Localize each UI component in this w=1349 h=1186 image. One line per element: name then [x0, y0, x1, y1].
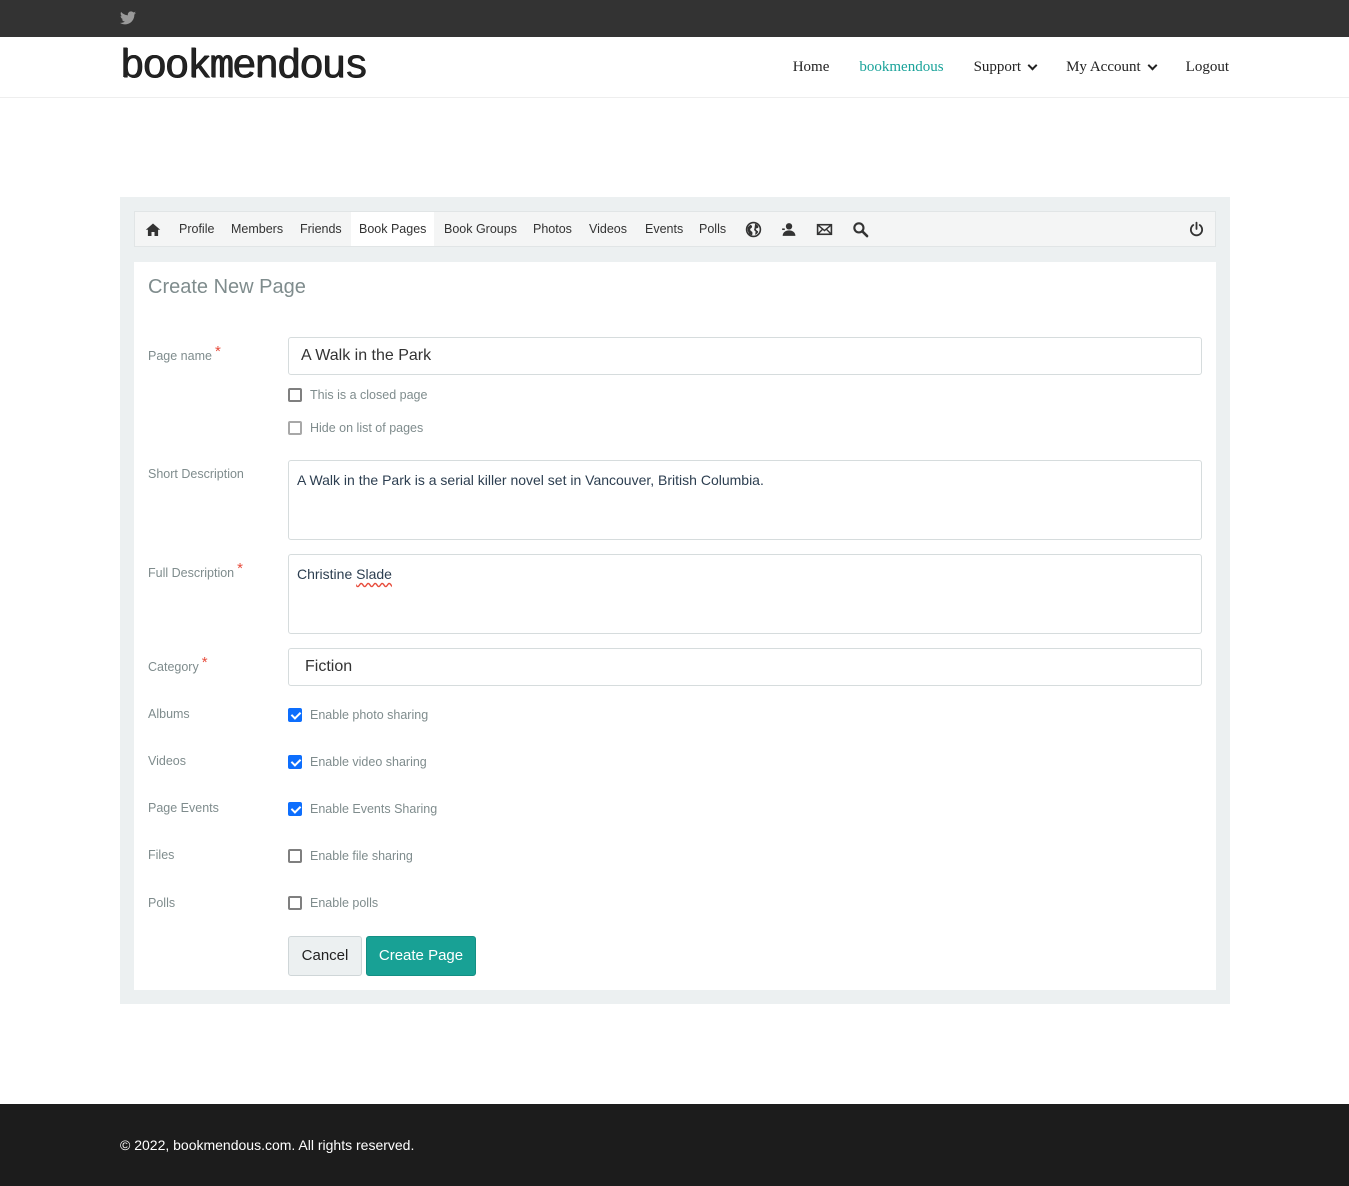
chevron-down-icon — [1147, 60, 1158, 70]
tab-members[interactable]: Members — [223, 212, 291, 246]
nav-bookmendous-label: bookmendous — [859, 58, 944, 75]
page-name-label-text: Page name — [148, 349, 212, 363]
required-marker: * — [201, 654, 208, 671]
site-header: bookmendous Home bookmendous Support My … — [0, 37, 1349, 98]
file-sharing-checkbox[interactable] — [288, 849, 302, 863]
globe-icon[interactable] — [745, 221, 762, 238]
tab-book-pages[interactable]: Book Pages — [351, 212, 434, 246]
tab-events[interactable]: Events — [637, 212, 691, 246]
events-sharing-label: Enable Events Sharing — [310, 802, 438, 816]
videos-label: Videos — [148, 754, 186, 768]
closed-page-checkbox[interactable] — [288, 388, 302, 402]
files-label: Files — [148, 848, 175, 862]
category-select[interactable]: Fiction — [288, 648, 1202, 686]
video-sharing-checkbox[interactable] — [288, 755, 302, 769]
page-name-label: Page name * — [148, 343, 221, 364]
nav-logout[interactable]: Logout — [1186, 59, 1229, 76]
polls-checkbox[interactable] — [288, 896, 302, 910]
full-description-label-text: Full Description — [148, 566, 235, 580]
site-footer: © 2022, bookmendous.com. All rights rese… — [0, 1104, 1349, 1186]
mail-icon[interactable] — [816, 221, 833, 238]
nav-logout-label: Logout — [1185, 58, 1229, 75]
category-label-text: Category — [148, 660, 199, 674]
closed-page-option[interactable]: This is a closed page — [288, 388, 427, 402]
photo-sharing-option[interactable]: Enable photo sharing — [288, 708, 428, 722]
video-sharing-label: Enable video sharing — [310, 755, 427, 769]
photo-sharing-label: Enable photo sharing — [310, 708, 429, 722]
copyright-text: © 2022, bookmendous.com. All rights rese… — [120, 1137, 415, 1153]
tab-polls[interactable]: Polls — [691, 212, 734, 246]
file-sharing-option[interactable]: Enable file sharing — [288, 849, 413, 863]
tab-photos[interactable]: Photos — [525, 212, 580, 246]
video-sharing-option[interactable]: Enable video sharing — [288, 755, 427, 769]
nav-bookmendous[interactable]: bookmendous — [859, 59, 943, 76]
nav-my-account[interactable]: My Account — [1066, 58, 1158, 76]
cancel-button[interactable]: Cancel — [288, 936, 362, 976]
tab-profile[interactable]: Profile — [171, 212, 222, 246]
user-icon[interactable] — [780, 221, 797, 238]
events-sharing-checkbox[interactable] — [288, 802, 302, 816]
create-page-button[interactable]: Create Page — [366, 936, 476, 976]
sub-nav: Profile Members Friends Book Pages Book … — [134, 211, 1216, 247]
nav-home[interactable]: Home — [793, 59, 830, 76]
required-marker: * — [214, 343, 221, 360]
polls-option-label: Enable polls — [310, 896, 379, 910]
nav-home-label: Home — [792, 58, 830, 75]
full-description-text: Christine — [297, 566, 357, 582]
file-sharing-label: Enable file sharing — [310, 849, 413, 863]
full-description-label: Full Description * — [148, 560, 243, 581]
polls-option[interactable]: Enable polls — [288, 896, 378, 910]
required-marker: * — [237, 560, 243, 577]
page-name-input[interactable]: A Walk in the Park — [288, 337, 1202, 375]
tab-book-groups[interactable]: Book Groups — [436, 212, 525, 246]
albums-label: Albums — [148, 707, 190, 721]
polls-label: Polls — [148, 896, 176, 910]
twitter-icon[interactable] — [120, 11, 136, 25]
full-description-textarea[interactable]: Christine Slade — [288, 554, 1202, 634]
hide-list-checkbox[interactable] — [288, 421, 302, 435]
tab-videos[interactable]: Videos — [581, 212, 635, 246]
home-icon[interactable] — [145, 222, 161, 238]
content-wrapper: Profile Members Friends Book Pages Book … — [120, 197, 1230, 1004]
top-bar — [0, 0, 1349, 37]
short-description-label: Short Description — [148, 467, 244, 481]
page-events-label: Page Events — [148, 801, 219, 815]
full-description-misspelled-word: Slade — [356, 566, 392, 582]
hide-list-option[interactable]: Hide on list of pages — [288, 421, 423, 435]
photo-sharing-checkbox[interactable] — [288, 708, 302, 722]
site-logo[interactable]: bookmendous — [120, 45, 369, 89]
create-page-form: Create New Page Page name * A Walk in the… — [134, 262, 1216, 990]
events-sharing-option[interactable]: Enable Events Sharing — [288, 802, 437, 816]
search-icon[interactable] — [852, 221, 869, 238]
power-icon[interactable] — [1188, 221, 1205, 238]
chevron-down-icon — [1027, 60, 1038, 70]
page-title: Create New Page — [148, 276, 306, 298]
main-nav: Home bookmendous Support My Account Logo… — [763, 37, 1229, 97]
nav-my-account-label: My Account — [1066, 58, 1141, 75]
nav-support[interactable]: Support — [973, 58, 1038, 76]
closed-page-label: This is a closed page — [310, 388, 428, 402]
tab-friends[interactable]: Friends — [292, 212, 350, 246]
hide-list-label: Hide on list of pages — [310, 421, 424, 435]
category-label: Category * — [148, 654, 208, 675]
nav-support-label: Support — [973, 58, 1022, 75]
short-description-textarea[interactable]: A Walk in the Park is a serial killer no… — [288, 460, 1202, 540]
